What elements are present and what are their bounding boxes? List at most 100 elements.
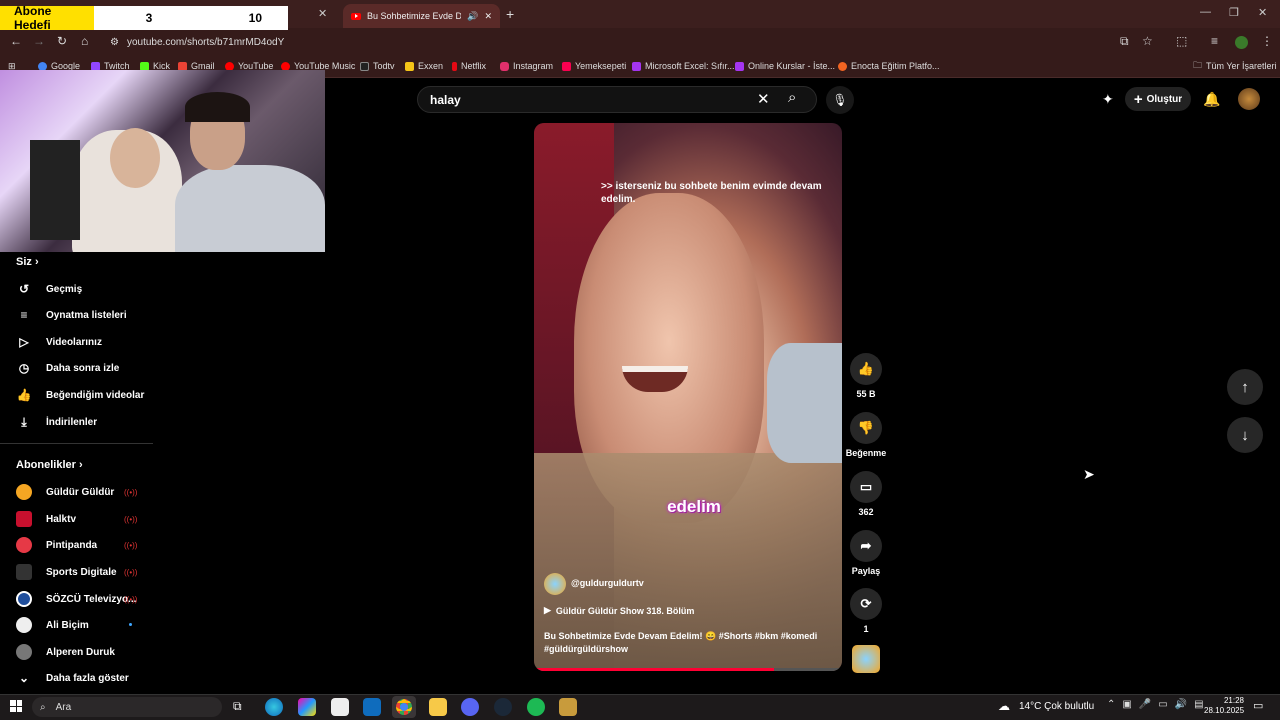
clear-search-icon[interactable]: ✕ bbox=[757, 90, 770, 108]
goal-target: 10 bbox=[248, 11, 262, 25]
yemeksepeti-icon bbox=[562, 61, 571, 71]
subscriptions-section-title[interactable]: Abonelikler › bbox=[16, 459, 83, 471]
reload-icon[interactable]: ↻ bbox=[57, 34, 67, 48]
sidebar-item-downloads[interactable]: ⤓ İndirilenler bbox=[16, 413, 97, 431]
store-icon[interactable] bbox=[331, 698, 349, 716]
chevron-right-icon: › bbox=[34, 256, 39, 268]
close-tab-icon[interactable]: ✕ bbox=[318, 7, 327, 20]
goal-current: 3 bbox=[145, 11, 153, 25]
udemy-icon bbox=[735, 61, 744, 71]
forward-icon[interactable]: → bbox=[33, 34, 45, 48]
league-client-icon[interactable] bbox=[559, 698, 577, 716]
person-right bbox=[175, 165, 325, 252]
home-icon[interactable]: ⌂ bbox=[81, 34, 88, 48]
close-window-icon[interactable]: ✕ bbox=[1258, 6, 1267, 19]
tab-active[interactable]: Bu Sohbetimize Evde Devam 🔊 ✕ bbox=[343, 4, 500, 28]
subscription-item[interactable]: Pintipanda bbox=[16, 536, 97, 554]
subscriber-goal-overlay: Abone Hedefi 3 10 bbox=[0, 4, 288, 32]
task-view-icon[interactable]: ⧉ bbox=[233, 699, 242, 714]
site-info-icon[interactable]: ⚙ bbox=[110, 37, 119, 48]
next-short-arrow-down-icon[interactable]: ↓ bbox=[1227, 417, 1263, 453]
channel-avatar[interactable] bbox=[544, 573, 566, 595]
steam-icon[interactable] bbox=[494, 698, 512, 716]
clock[interactable]: 21:28 28.10.2025 bbox=[1204, 696, 1244, 716]
playlist-icon: ≡ bbox=[20, 308, 28, 322]
netflix-icon bbox=[452, 61, 457, 71]
you-section-title[interactable]: Siz › bbox=[16, 256, 39, 268]
sidebar-item-history[interactable]: ↺ Geçmiş bbox=[16, 280, 82, 298]
subscription-item[interactable]: SÖZCÜ Televizyo... bbox=[16, 590, 136, 608]
like-button[interactable]: 👍 55 B bbox=[850, 353, 882, 399]
share-button[interactable]: ➦ Paylaş bbox=[850, 530, 882, 576]
channel-handle[interactable]: @guldurguldurtv bbox=[571, 578, 644, 588]
remix-button[interactable]: ⟳ 1 bbox=[850, 588, 882, 634]
subscription-item[interactable]: Sports Digitale bbox=[16, 563, 117, 581]
account-avatar[interactable] bbox=[1238, 88, 1260, 110]
chrome-active-icon[interactable] bbox=[392, 696, 416, 718]
subscription-item[interactable]: Halktv bbox=[16, 510, 76, 528]
weather-text[interactable]: 14°C Çok bulutlu bbox=[1019, 701, 1094, 712]
file-explorer-icon[interactable] bbox=[429, 698, 447, 716]
channel-avatar bbox=[16, 537, 32, 553]
profile-avatar[interactable] bbox=[1235, 36, 1248, 49]
ai-sparkle-icon[interactable]: ✦ bbox=[1102, 91, 1114, 108]
bookmark-item[interactable]: Netflix bbox=[452, 58, 486, 74]
url-text: youtube.com/shorts/b71mrMD4odY bbox=[126, 36, 285, 48]
back-icon[interactable]: ← bbox=[10, 34, 22, 48]
copilot-icon[interactable] bbox=[298, 698, 316, 716]
dislike-button[interactable]: 👎 Beğenme bbox=[842, 412, 890, 458]
all-bookmarks[interactable]: 🗀 Tüm Yer İşaretleri bbox=[1193, 58, 1277, 74]
microphone-icon[interactable]: 🎙 bbox=[826, 86, 854, 114]
sidebar-item-liked-videos[interactable]: 👍 Beğendiğim videolar bbox=[16, 386, 145, 404]
todtv-icon bbox=[360, 61, 369, 71]
new-tab-icon[interactable]: + bbox=[506, 6, 514, 22]
remix-icon: ⟳ bbox=[850, 588, 882, 620]
discord-icon[interactable] bbox=[461, 698, 479, 716]
bookmark-star-icon[interactable]: ☆ bbox=[1142, 34, 1153, 48]
youtube-favicon-icon bbox=[351, 12, 361, 20]
subscription-item[interactable]: Güldür Güldür bbox=[16, 483, 114, 501]
extensions-icon[interactable]: ⬚ bbox=[1176, 34, 1187, 48]
edge-icon[interactable] bbox=[265, 698, 283, 716]
restore-icon[interactable]: ❐ bbox=[1229, 6, 1239, 19]
sound-thumbnail[interactable] bbox=[852, 645, 880, 673]
search-icon[interactable]: ⌕ bbox=[788, 89, 796, 106]
bookmark-item[interactable]: Exxen bbox=[405, 58, 443, 74]
sidebar-item-playlists[interactable]: ≡ Oynatma listeleri bbox=[16, 306, 126, 324]
previous-short-arrow-up-icon[interactable]: ↑ bbox=[1227, 369, 1263, 405]
menu-icon[interactable]: ⋮ bbox=[1261, 34, 1273, 48]
taskbar-search-input[interactable]: ⌕ Ara bbox=[32, 697, 222, 717]
comments-button[interactable]: ▭ 362 bbox=[850, 471, 882, 517]
close-tab-icon[interactable]: ✕ bbox=[484, 11, 492, 22]
bookmark-item[interactable]: Todtv bbox=[360, 58, 395, 74]
playlist-link[interactable]: ▶ Güldür Güldür Show 318. Bölüm bbox=[544, 605, 694, 616]
system-tray-icons[interactable]: ⌃▣🎤▭🔊▤ bbox=[1107, 699, 1211, 710]
sidebar-item-watch-later[interactable]: ◷ Daha sonra izle bbox=[16, 359, 120, 377]
create-button[interactable]: + Oluştur bbox=[1125, 87, 1191, 111]
show-more-button[interactable]: ⌄ Daha fazla göster bbox=[16, 669, 129, 687]
minimize-icon[interactable]: — bbox=[1200, 6, 1211, 18]
subscription-item[interactable]: Ali Biçim bbox=[16, 616, 89, 634]
subscription-item[interactable]: Alperen Duruk bbox=[16, 643, 115, 661]
sidebar-item-your-videos[interactable]: ▷ Videolarınız bbox=[16, 333, 102, 351]
notification-center-icon[interactable]: ▭ bbox=[1253, 699, 1263, 712]
bookmark-item[interactable]: Microsoft Excel: Sıfır... bbox=[632, 58, 735, 74]
history-icon: ↺ bbox=[18, 282, 30, 296]
url-field[interactable]: ⚙ youtube.com/shorts/b71mrMD4odY bbox=[110, 32, 1170, 52]
spotify-icon[interactable] bbox=[527, 698, 545, 716]
outlook-icon[interactable] bbox=[363, 698, 381, 716]
short-video-player[interactable]: >> isterseniz bu sohbete benim evimde de… bbox=[534, 123, 842, 671]
bookmark-item[interactable]: Enocta Eğitim Platfo... bbox=[838, 58, 940, 74]
play-icon: ▶ bbox=[544, 605, 551, 615]
share-icon: ➦ bbox=[850, 530, 882, 562]
reading-list-icon[interactable]: ≡ bbox=[1211, 34, 1218, 48]
bookmark-item[interactable]: Yemeksepeti bbox=[562, 58, 626, 74]
mouse-cursor-icon: ➤ bbox=[1083, 466, 1095, 482]
download-icon: ⤓ bbox=[21, 414, 27, 429]
install-app-icon[interactable]: ⧉ bbox=[1120, 34, 1129, 49]
bookmark-item[interactable]: Online Kurslar - İste... bbox=[735, 58, 835, 74]
windows-start-icon[interactable] bbox=[10, 700, 22, 712]
bookmark-item[interactable]: Instagram bbox=[500, 58, 553, 74]
notifications-bell-icon[interactable]: 🔔 bbox=[1203, 91, 1220, 108]
speaker-icon[interactable]: 🔊 bbox=[467, 11, 478, 22]
